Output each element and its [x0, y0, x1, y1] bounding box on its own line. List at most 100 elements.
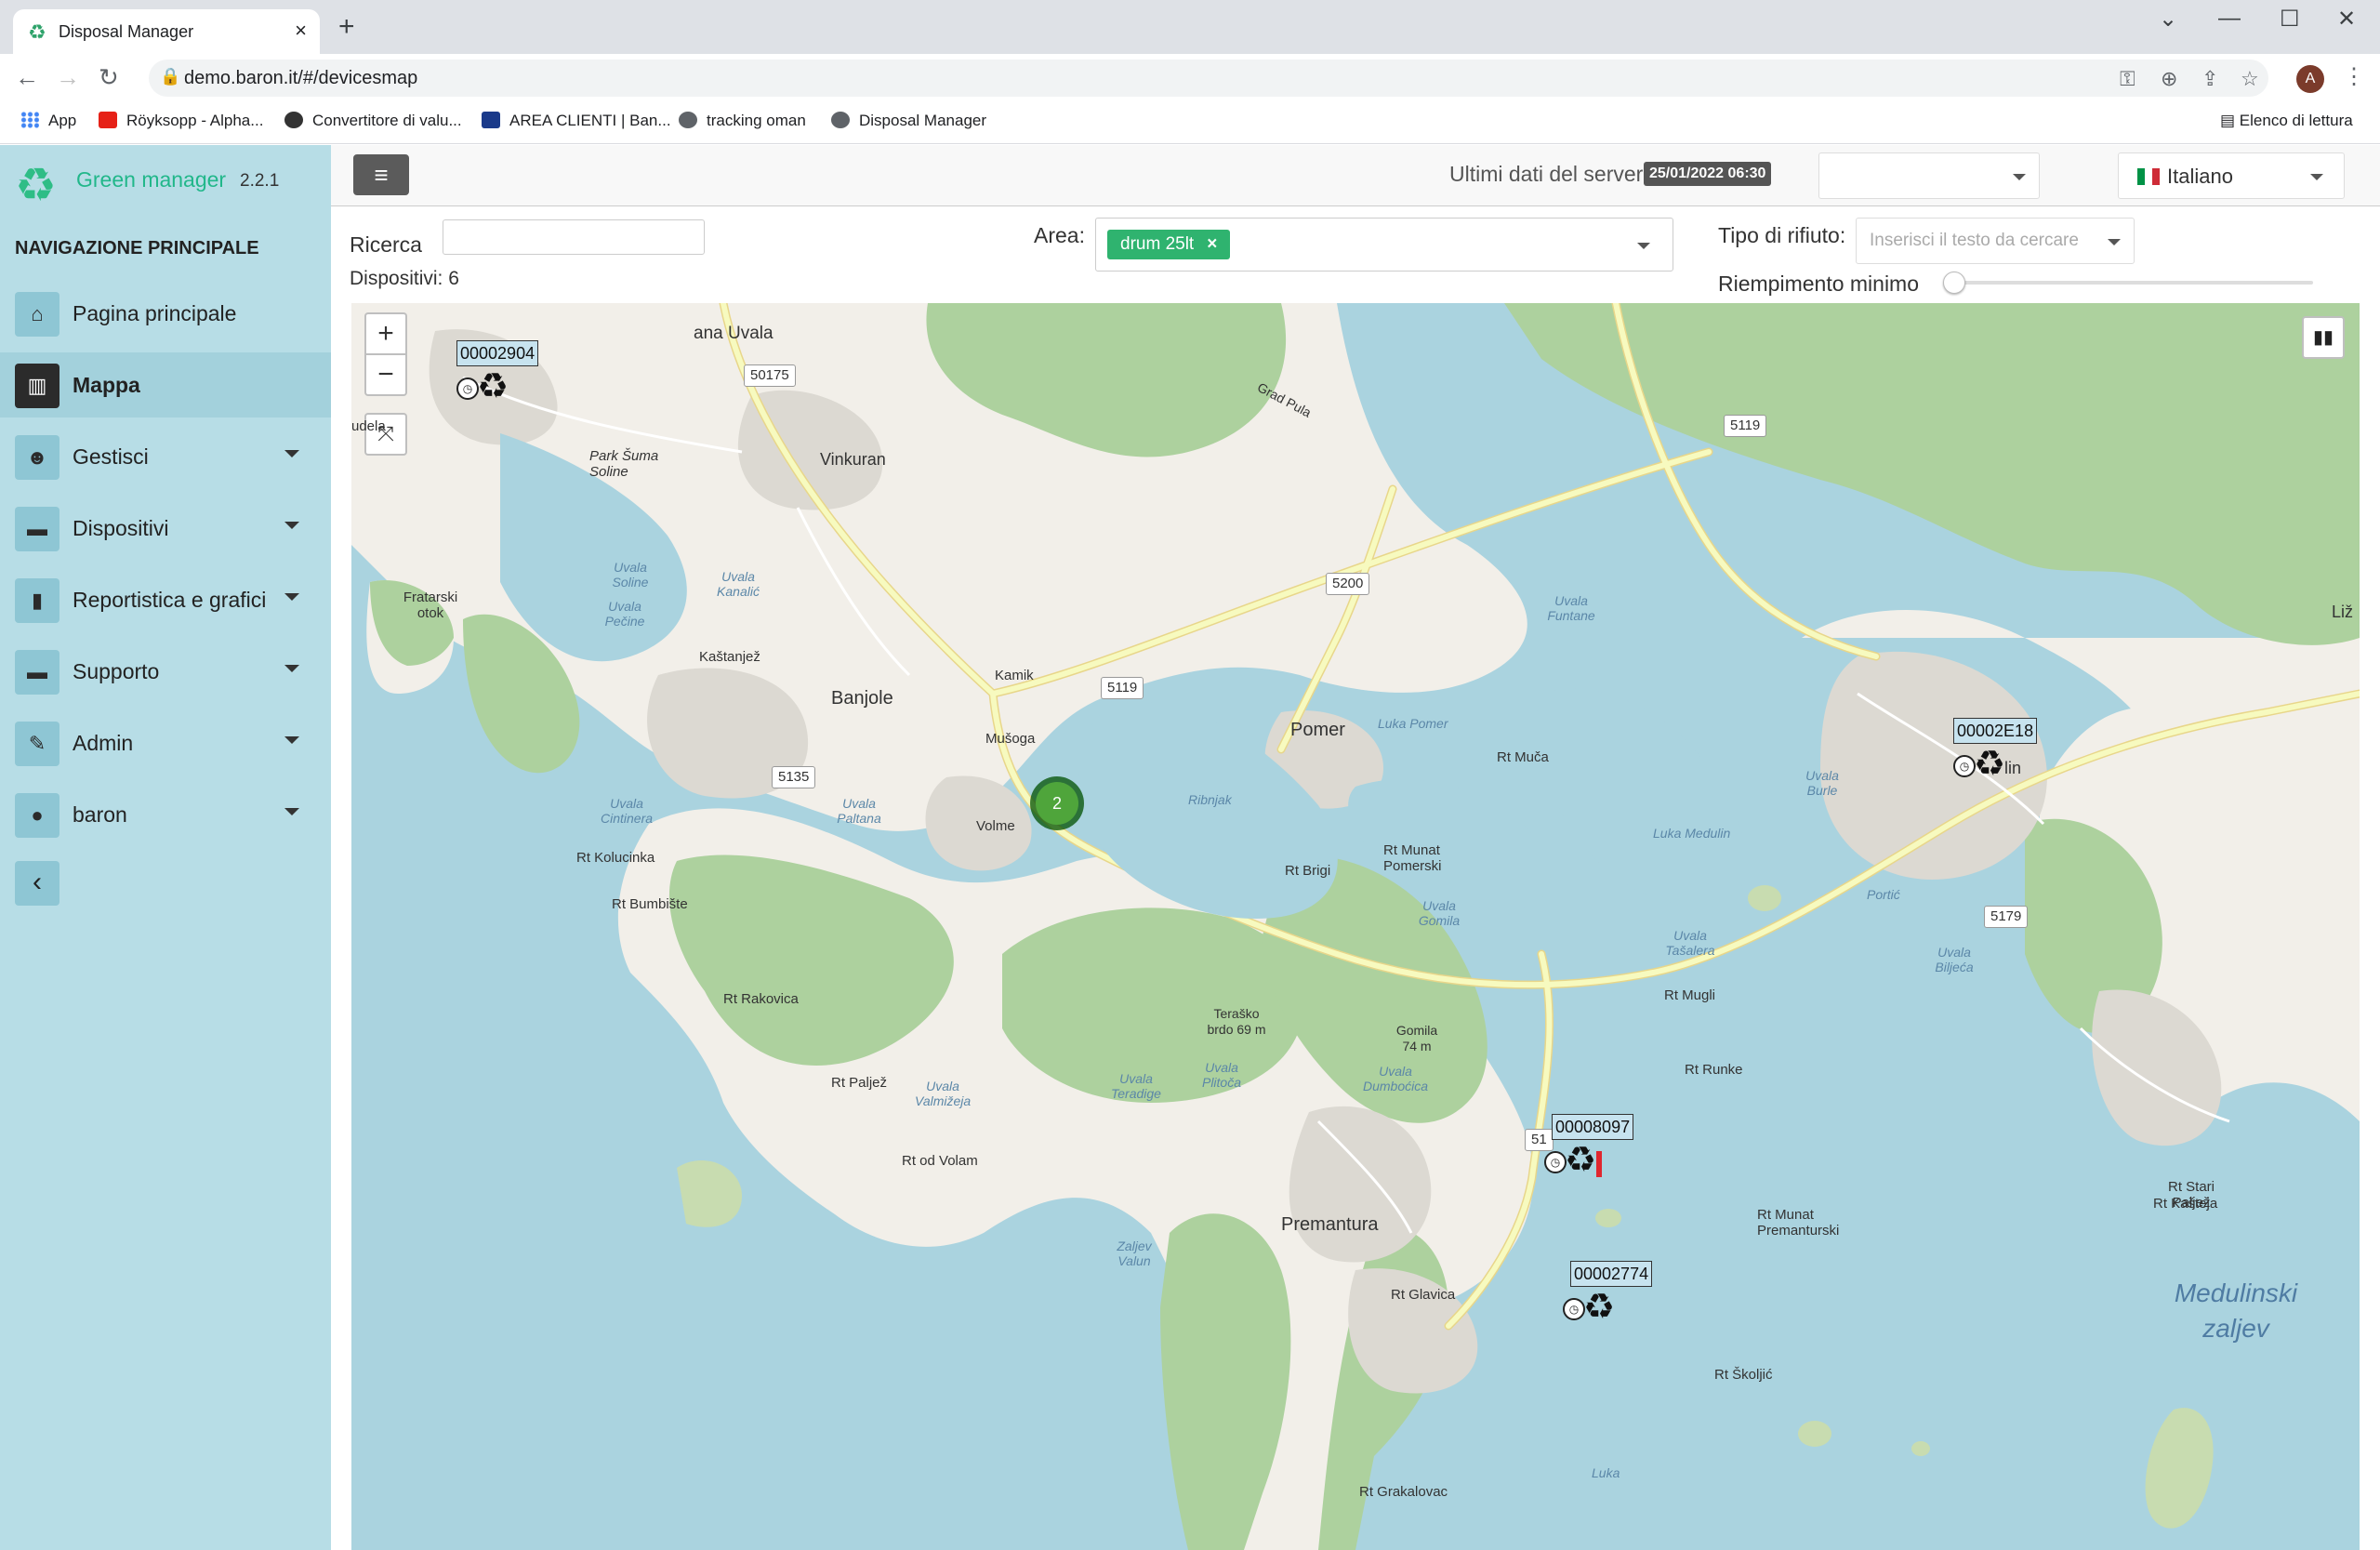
place-label: Rt Stari Paljež — [2167, 1179, 2215, 1211]
sidebar-item-map[interactable]: ▥ Mappa — [0, 352, 331, 417]
archive-icon: ▬ — [15, 507, 60, 551]
collapse-sidebar-button[interactable]: ‹ — [15, 861, 60, 906]
language-select[interactable]: Italiano — [2118, 152, 2345, 199]
sidebar-item-label: baron — [73, 802, 127, 827]
device-marker[interactable]: 00002904 ◷ ♻ — [456, 340, 559, 415]
bookmark-item[interactable]: Röyksopp - Alpha... — [99, 112, 263, 130]
water-label: Uvala Funtane — [1547, 593, 1595, 623]
sidebar: ♻ Green manager 2.2.1 NAVIGAZIONE PRINCI… — [0, 145, 331, 1550]
reading-list-button[interactable]: ▤ Elenco di lettura — [2220, 112, 2353, 130]
recycle-icon: ♻ — [1565, 1141, 1597, 1180]
place-label: Rt Rakovica — [723, 991, 799, 1007]
place-label: Volme — [976, 818, 1015, 834]
clock-icon: ◷ — [456, 378, 479, 400]
water-label: Uvala Burle — [1805, 768, 1839, 798]
tab-search-chevron-icon[interactable]: ⌄ — [2159, 6, 2177, 33]
device-marker[interactable]: 00002774 ◷ ♻ — [1563, 1261, 1665, 1335]
caret-down-icon — [284, 450, 299, 457]
sidebar-item-reports[interactable]: ▮ Reportistica e grafici — [0, 567, 331, 632]
caret-down-icon — [284, 593, 299, 601]
area-label: Area: — [1034, 223, 1085, 247]
device-marker[interactable]: 00002E18 ◷ ♻ — [1953, 718, 2056, 792]
place-label: Rt Mugli — [1664, 987, 1716, 1003]
minimize-button[interactable]: — — [2218, 6, 2241, 32]
layers-map-icon[interactable]: ▮▮ — [2302, 316, 2345, 359]
browser-menu-icon[interactable]: ⋮ — [2343, 63, 2365, 90]
place-label: Vinkuran — [820, 450, 886, 469]
sidebar-item-support[interactable]: ▬ Supporto — [0, 639, 331, 704]
back-arrow-icon[interactable]: ← — [15, 63, 39, 91]
reading-list-icon: ▤ — [2220, 112, 2240, 129]
bookmark-item[interactable]: App — [20, 112, 76, 130]
tab-close-icon[interactable]: × — [295, 19, 307, 43]
user-icon: ● — [15, 793, 60, 838]
place-label: Rt od Volam — [902, 1153, 978, 1169]
star-icon[interactable]: ☆ — [2241, 67, 2259, 91]
filter-bar: Ricerca Dispositivi: 6 Area: drum 25lt × … — [331, 206, 2380, 303]
device-marker[interactable]: 00008097 ◷ ♻ — [1544, 1114, 1646, 1188]
recycle-icon: ♻ — [477, 367, 509, 406]
chevron-left-icon: ‹ — [33, 867, 42, 897]
min-fill-slider-track[interactable] — [1954, 281, 2313, 285]
sidebar-item-label: Reportistica e grafici — [73, 588, 267, 612]
marker-cluster[interactable]: 2 — [1030, 776, 1084, 830]
waste-type-select[interactable]: Inserisci il testo da cercare — [1856, 218, 2135, 264]
place-label: Rt Brigi — [1285, 863, 1331, 879]
device-id: 00008097 — [1552, 1114, 1634, 1140]
caret-down-icon — [284, 665, 299, 672]
key-icon[interactable]: ⚿ — [2120, 67, 2135, 91]
place-label: udela — [351, 418, 386, 434]
close-window-button[interactable]: ✕ — [2337, 6, 2356, 33]
devices-map[interactable]: + − ⤧ ▮▮ Vinkuran Banjole Kaštanjež Kami… — [351, 303, 2360, 1550]
water-label: Luka Medulin — [1653, 826, 1731, 841]
sidebar-item-user[interactable]: ● baron — [0, 782, 331, 847]
sidebar-item-admin[interactable]: ✎ Admin — [0, 710, 331, 775]
new-tab-button[interactable]: + — [338, 13, 355, 41]
zoom-icon[interactable]: ⊕ — [2161, 67, 2177, 91]
youtube-icon — [99, 112, 117, 128]
bookmark-item[interactable]: Disposal Manager — [831, 112, 986, 130]
zoom-in-button[interactable]: + — [364, 312, 407, 355]
caret-down-icon — [284, 736, 299, 744]
server-data-label: Ultimi dati del server: — [1449, 162, 1649, 186]
road-number: 5135 — [772, 766, 816, 788]
zoom-out-button[interactable]: − — [364, 353, 407, 396]
tab-title: Disposal Manager — [59, 22, 194, 41]
maximize-button[interactable]: ☐ — [2280, 6, 2300, 33]
address-bar[interactable]: 🔒 demo.baron.it/#/devicesmap ⚿ ⊕ ⇪ ☆ — [149, 60, 2268, 97]
min-fill-slider-handle[interactable] — [1943, 272, 1965, 294]
sidebar-item-manage[interactable]: ☻ Gestisci — [0, 424, 331, 489]
apps-grid-icon — [20, 112, 39, 128]
hamburger-icon: ≡ — [374, 161, 389, 189]
share-icon[interactable]: ⇪ — [2202, 67, 2218, 91]
search-input[interactable] — [443, 219, 705, 255]
place-label: Rt Grakalovac — [1359, 1484, 1448, 1500]
place-label: Mušoga — [985, 731, 1036, 747]
area-multiselect[interactable]: drum 25lt × — [1095, 218, 1673, 272]
browser-toolbar: ← → ↻ 🔒 demo.baron.it/#/devicesmap ⚿ ⊕ ⇪… — [0, 54, 2380, 102]
sidebar-item-devices[interactable]: ▬ Dispositivi — [0, 496, 331, 561]
place-label: Rt Munat Pomerski — [1383, 842, 1442, 874]
remove-tag-icon[interactable]: × — [1207, 234, 1217, 254]
place-label: Rt Kolucinka — [576, 850, 655, 866]
sidebar-item-home[interactable]: ⌂ Pagina principale — [0, 281, 331, 346]
water-label: Ribnjak — [1188, 792, 1232, 807]
water-label: Uvala Biljeća — [1935, 945, 1974, 974]
url-text: demo.baron.it/#/devicesmap — [184, 68, 418, 88]
bookmark-item[interactable]: AREA CLIENTI | Ban... — [482, 112, 671, 130]
water-label: Luka — [1592, 1465, 1620, 1480]
reload-icon[interactable]: ↻ — [99, 63, 119, 91]
forward-arrow-icon[interactable]: → — [56, 63, 80, 91]
bookmark-item[interactable]: Convertitore di valu... — [284, 112, 462, 130]
place-label: Kamik — [995, 668, 1034, 683]
water-label: Uvala Plitoča — [1201, 1060, 1242, 1090]
profile-avatar[interactable]: A — [2296, 65, 2324, 93]
wrench-icon: ✎ — [15, 722, 60, 766]
menu-toggle-button[interactable]: ≡ — [353, 154, 409, 195]
place-label: Rt Bumbište — [612, 896, 688, 912]
bookmark-item[interactable]: tracking oman — [679, 112, 806, 130]
client-select[interactable] — [1818, 152, 2040, 199]
water-label: Uvala Dumboćica — [1363, 1064, 1429, 1093]
browser-tab[interactable]: ♻ Disposal Manager × — [13, 9, 320, 54]
waste-type-label: Tipo di rifiuto: — [1718, 223, 1846, 247]
